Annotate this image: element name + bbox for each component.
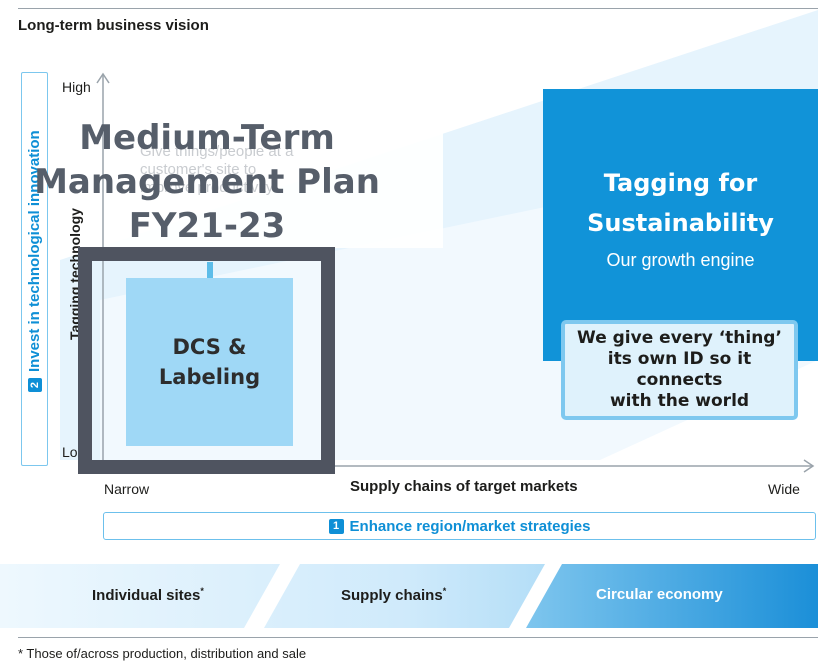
dcs-connector <box>207 262 213 278</box>
strategy-1-box: 1 Enhance region/market strategies <box>103 512 816 540</box>
we-give-callout: We give every ‘thing’ its own ID so it c… <box>561 320 798 420</box>
strategy-2-badge: 2 <box>28 378 42 392</box>
dcs-line-2: Labeling <box>158 365 261 389</box>
x-axis-narrow-label: Narrow <box>104 481 150 497</box>
strategy-1-label: Enhance region/market strategies <box>349 517 591 535</box>
overlay-line-2: Management Plan <box>34 162 380 202</box>
x-axis-wide-label: Wide <box>768 481 800 497</box>
y-axis-high-label: High <box>62 79 91 95</box>
overlay-line-3: FY21-23 <box>128 206 286 246</box>
medium-term-plan-title: Medium-Term Management Plan FY21-23 <box>22 116 392 248</box>
dcs-line-1: DCS & <box>172 335 247 359</box>
tagging-title-line-1: Tagging for <box>603 169 758 197</box>
tagging-title: Tagging for Sustainability <box>543 163 818 243</box>
band-circular-economy: Circular economy <box>596 586 723 603</box>
band-1-text: Individual sites <box>92 587 201 604</box>
dcs-labeling-box: DCS & Labeling <box>126 278 293 446</box>
we-give-line-2: its own ID so it connects <box>607 349 752 390</box>
tagging-title-line-2: Sustainability <box>587 209 774 237</box>
x-axis-label: Supply chains of target markets <box>350 478 578 495</box>
overlay-line-1: Medium-Term <box>79 118 335 158</box>
band-supply-chains: Supply chains* <box>341 586 446 604</box>
strategy-1-badge: 1 <box>328 518 344 534</box>
y-axis-low-label: Lo <box>62 444 78 460</box>
we-give-line-1: We give every ‘thing’ <box>577 328 782 348</box>
band-1-mark: * <box>200 586 204 596</box>
tagging-subtitle: Our growth engine <box>606 250 755 270</box>
footnote: * Those of/across production, distributi… <box>18 646 307 661</box>
band-2-mark: * <box>442 586 447 596</box>
bottom-rule <box>18 637 818 638</box>
top-rule <box>18 8 818 9</box>
band-individual-sites: Individual sites* <box>92 586 204 604</box>
band-2-text: Supply chains <box>341 587 443 604</box>
we-give-line-3: with the world <box>609 391 750 411</box>
